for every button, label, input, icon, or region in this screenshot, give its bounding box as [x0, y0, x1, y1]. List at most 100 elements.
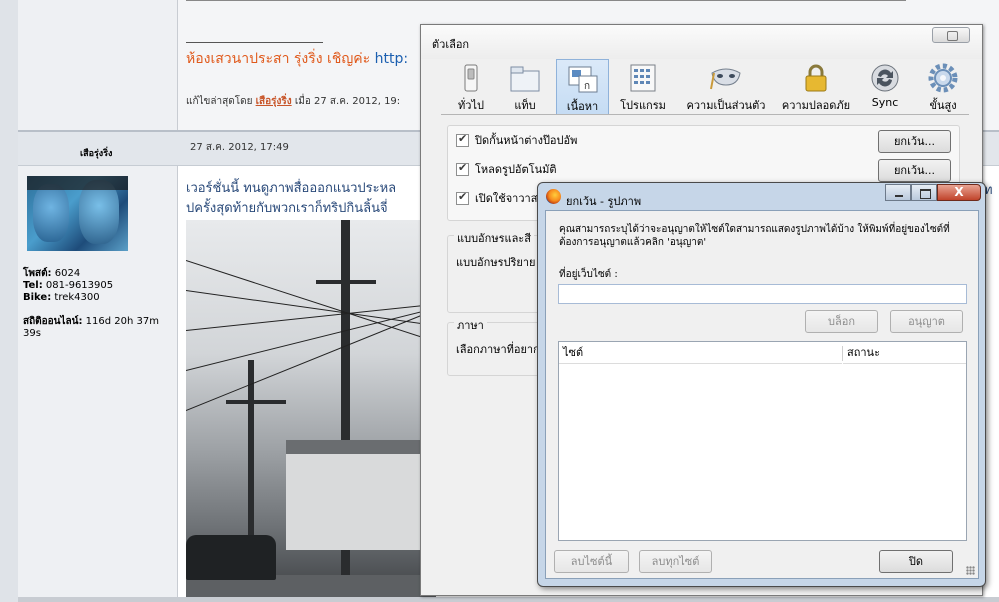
posts-value: 6024 — [51, 268, 81, 279]
tabs-folder-icon — [509, 63, 541, 93]
avatar-face — [33, 184, 69, 242]
poster-name[interactable]: เสือรุ่งริ่ง — [80, 146, 112, 160]
general-switch-icon — [455, 63, 487, 93]
post-body-line: ปครั้งสุดท้ายกับพวกเราก็ทริปกินลิ้นจี่ — [186, 201, 388, 216]
privacy-mask-icon — [710, 63, 742, 93]
options-restore-button[interactable] — [932, 27, 970, 43]
close-button[interactable]: ปิด — [879, 550, 953, 573]
tab-privacy-label: ความเป็นส่วนตัว — [686, 99, 766, 112]
tab-applications[interactable]: โปรแกรม — [615, 59, 671, 115]
page-bottom-border — [18, 597, 999, 602]
tab-content-label: เนื้อหา — [566, 100, 599, 113]
post-photo — [186, 220, 436, 602]
block-popups-row[interactable]: ปิดกั้นหน้าต่างป๊อปอัพ — [456, 132, 577, 148]
avatar — [27, 176, 128, 251]
firefox-icon — [546, 189, 561, 204]
posts-label: โพสต์: — [23, 268, 52, 279]
post-date: 27 ส.ค. 2012, 17:49 — [190, 142, 289, 153]
tab-sync-label: Sync — [871, 96, 899, 109]
photo-crossarm — [226, 400, 286, 404]
signature-link[interactable]: http: — [375, 51, 408, 67]
tab-advanced[interactable]: ขั้นสูง — [918, 59, 968, 115]
tab-security-label: ความปลอดภัย — [781, 99, 851, 112]
popups-exceptions-button[interactable]: ยกเว้น... — [878, 130, 951, 153]
edited-user-link[interactable]: เสือรุ่งริ่ง — [256, 96, 292, 107]
site-address-label: ที่อยู่เว็บไซต์ : — [559, 269, 618, 280]
user-info: โพสต์: 6024 Tel: 081-9613905 Bike: trek4… — [23, 268, 159, 340]
applications-list-icon — [627, 63, 659, 93]
remove-site-button[interactable]: ลบไซต์นี้ — [554, 550, 629, 573]
load-images-row[interactable]: โหลดรูปอัตโนมัติ — [456, 161, 557, 177]
load-images-checkbox[interactable] — [456, 161, 469, 176]
column-header-status[interactable]: สถานะ — [843, 342, 966, 364]
signature-divider — [186, 42, 323, 43]
edited-time: เมื่อ 27 ส.ค. 2012, 19: — [291, 96, 401, 107]
options-title: ตัวเลือก — [432, 38, 470, 51]
enable-js-checkbox[interactable] — [456, 190, 469, 205]
photo-crossarm — [316, 280, 376, 284]
tel-value: 081-9613905 — [42, 280, 114, 291]
window-controls: X — [885, 184, 981, 201]
fonts-legend: แบบอักษรและสี — [454, 229, 534, 247]
block-button[interactable]: บล็อก — [805, 310, 878, 333]
enable-js-label: เปิดใช้จาวาส — [475, 192, 538, 205]
close-window-button[interactable]: X — [937, 184, 981, 201]
images-exceptions-button[interactable]: ยกเว้น... — [878, 159, 951, 182]
photo-building — [286, 440, 436, 550]
options-toolbar: ทั่วไป แท็บ ก เนื้อหา โปรแกรม ความเป็นส่… — [448, 59, 968, 115]
tab-general-label: ทั่วไป — [458, 99, 484, 112]
bike-value: trek4300 — [51, 292, 100, 303]
avatar-hair — [27, 176, 128, 190]
post-body-line: เวอร์ชั่นนี้ ทนดูภาพสื่อออกแนวประหล — [186, 181, 397, 196]
maximize-button[interactable] — [911, 184, 937, 201]
block-popups-checkbox[interactable] — [456, 132, 469, 147]
block-popups-label: ปิดกั้นหน้าต่างป๊อปอัพ — [475, 134, 578, 147]
enable-js-row[interactable]: เปิดใช้จาวาส — [456, 190, 537, 206]
tab-security[interactable]: ความปลอดภัย — [778, 59, 854, 115]
photo-car — [186, 535, 276, 580]
page-margin — [0, 0, 18, 602]
language-legend: ภาษา — [454, 316, 487, 334]
language-description: เลือกภาษาที่อยาก — [456, 343, 540, 356]
exceptions-table[interactable]: ไซต์ สถานะ — [558, 341, 967, 541]
sync-icon — [869, 63, 901, 93]
exceptions-images-dialog: ยกเว้น - รูปภาพ X คุณสามารถระบุได้ว่าจะอ… — [537, 182, 986, 587]
column-header-site[interactable]: ไซต์ — [559, 342, 842, 364]
tel-label: Tel: — [23, 280, 43, 291]
content-page-icon: ก — [567, 64, 599, 94]
tab-tabs[interactable]: แท็บ — [500, 59, 550, 115]
signature: ห้องเสวนาประสา รุ่งริ่ง เชิญค่ะ http: — [186, 48, 408, 70]
options-titlebar[interactable]: ตัวเลือก — [421, 25, 982, 59]
post-body: เวอร์ชั่นนี้ ทนดูภาพสื่อออกแนวประหล ปครั… — [186, 179, 396, 219]
online-label: สถิติออนไลน์: — [23, 316, 83, 327]
edited-prefix: แก้ไขล่าสุดโดย — [186, 96, 256, 107]
bike-label: Bike: — [23, 292, 52, 303]
load-images-label: โหลดรูปอัตโนมัติ — [475, 163, 557, 176]
tab-tabs-label: แท็บ — [514, 99, 536, 112]
minimize-button[interactable] — [885, 184, 911, 201]
online-value: 116d 20h 37m — [82, 316, 159, 327]
dialog-description: คุณสามารถระบุได้ว่าจะอนุญาตให้ไซต์ใดสามา… — [559, 224, 950, 248]
advanced-gear-icon — [927, 63, 959, 93]
edited-note: แก้ไขล่าสุดโดย เสือรุ่งริ่ง เมื่อ 27 ส.ค… — [186, 94, 400, 109]
allow-button[interactable]: อนุญาต — [890, 310, 963, 333]
online-value-cont: 39s — [23, 328, 41, 339]
security-lock-icon — [800, 63, 832, 93]
signature-text: ห้องเสวนาประสา รุ่งริ่ง เชิญค่ะ — [186, 51, 375, 67]
photo-wire — [186, 260, 434, 342]
default-font-label: แบบอักษรปริยาย — [456, 256, 536, 269]
divider — [186, 0, 906, 1]
dialog-body: คุณสามารถระบุได้ว่าจะอนุญาตให้ไซต์ใดสามา… — [545, 210, 979, 579]
tab-general[interactable]: ทั่วไป — [448, 59, 494, 115]
tab-advanced-label: ขั้นสูง — [929, 99, 957, 112]
tab-privacy[interactable]: ความเป็นส่วนตัว — [680, 59, 772, 115]
resize-grip[interactable] — [966, 566, 975, 575]
remove-all-sites-button[interactable]: ลบทุกไซต์ — [639, 550, 712, 573]
tab-content[interactable]: ก เนื้อหา — [556, 59, 609, 115]
site-address-input[interactable] — [558, 284, 967, 304]
tab-applications-label: โปรแกรม — [620, 99, 666, 112]
svg-text:ก: ก — [584, 81, 590, 92]
toolbar-divider — [441, 114, 969, 115]
tab-sync[interactable]: Sync — [860, 59, 910, 115]
dialog-title: ยกเว้น - รูปภาพ — [566, 195, 642, 208]
